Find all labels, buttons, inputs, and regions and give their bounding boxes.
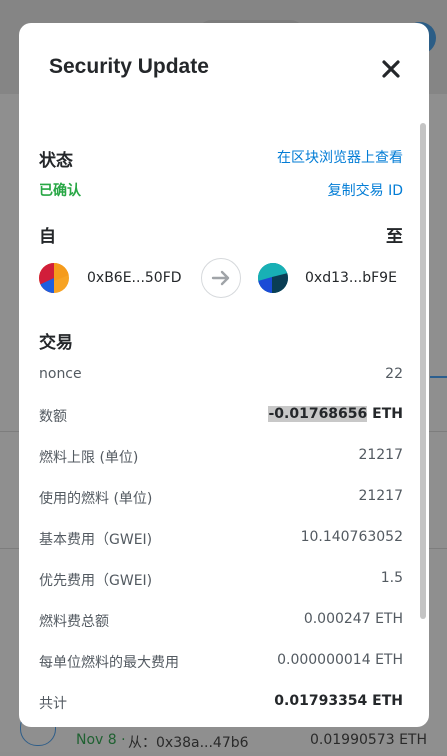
tx-row-label: 燃料上限 (单位) xyxy=(39,450,139,466)
view-on-explorer-link[interactable]: 在区块浏览器上查看 xyxy=(277,147,403,167)
background-tx-date: Nov 8 · xyxy=(76,732,126,748)
status-label: 状态 xyxy=(39,151,73,170)
to-label: 至 xyxy=(386,227,403,246)
tx-row-label: nonce xyxy=(39,366,82,382)
to-avatar-icon xyxy=(258,263,288,293)
modal-content: 状态 在区块浏览器上查看 已确认 复制交易 ID 自 至 0xB6E...50F… xyxy=(39,23,403,727)
background-tx-from: 从：0x38a...47b6 xyxy=(128,735,249,751)
tx-row-label: 数额 xyxy=(39,409,67,425)
address-row: 0xB6E...50FD 0xd13...bF9E xyxy=(39,258,403,298)
tx-row-value: 1.5 xyxy=(380,570,403,586)
tx-row-label: 燃料费总额 xyxy=(39,614,109,630)
from-address[interactable]: 0xB6E...50FD xyxy=(87,270,182,286)
tx-row-label: 优先费用（GWEI) xyxy=(39,573,153,589)
tx-row-value: 0.000000014 ETH xyxy=(277,652,403,668)
tx-row-label: 共计 xyxy=(39,696,67,712)
tx-row-label: 使用的燃料 (单位) xyxy=(39,491,153,507)
tx-row-value: 0.000247 ETH xyxy=(303,611,403,627)
tx-row-label: 每单位燃料的最大费用 xyxy=(39,655,179,671)
tx-row-value: 0.01793354 ETH xyxy=(274,693,403,709)
tx-row-value: 10.140763052 xyxy=(300,529,403,545)
transaction-heading: 交易 xyxy=(39,333,73,352)
background-tab-indicator xyxy=(430,376,447,378)
to-address[interactable]: 0xd13...bF9E xyxy=(305,270,397,286)
amount-highlight: -0.01768656 xyxy=(268,406,368,422)
tx-row-label: 基本费用（GWEI) xyxy=(39,532,153,548)
amount-unit: ETH xyxy=(367,406,403,422)
scrollbar[interactable] xyxy=(420,123,426,619)
background-tx-amount: 0.01990573 ETH xyxy=(310,732,427,748)
tx-row-value: -0.01768656 ETH xyxy=(268,406,403,422)
tx-row-value: 21217 xyxy=(358,447,403,463)
from-avatar-icon xyxy=(39,263,69,293)
copy-tx-id-link[interactable]: 复制交易 ID xyxy=(328,180,403,200)
from-label: 自 xyxy=(39,227,56,246)
tx-row-value: 21217 xyxy=(358,488,403,504)
transaction-details-modal: Security Update 状态 在区块浏览器上查看 已确认 复制交易 ID… xyxy=(19,23,429,727)
tx-row-value: 22 xyxy=(385,366,403,382)
status-badge: 已确认 xyxy=(39,183,81,199)
arrow-right-icon xyxy=(201,258,241,298)
